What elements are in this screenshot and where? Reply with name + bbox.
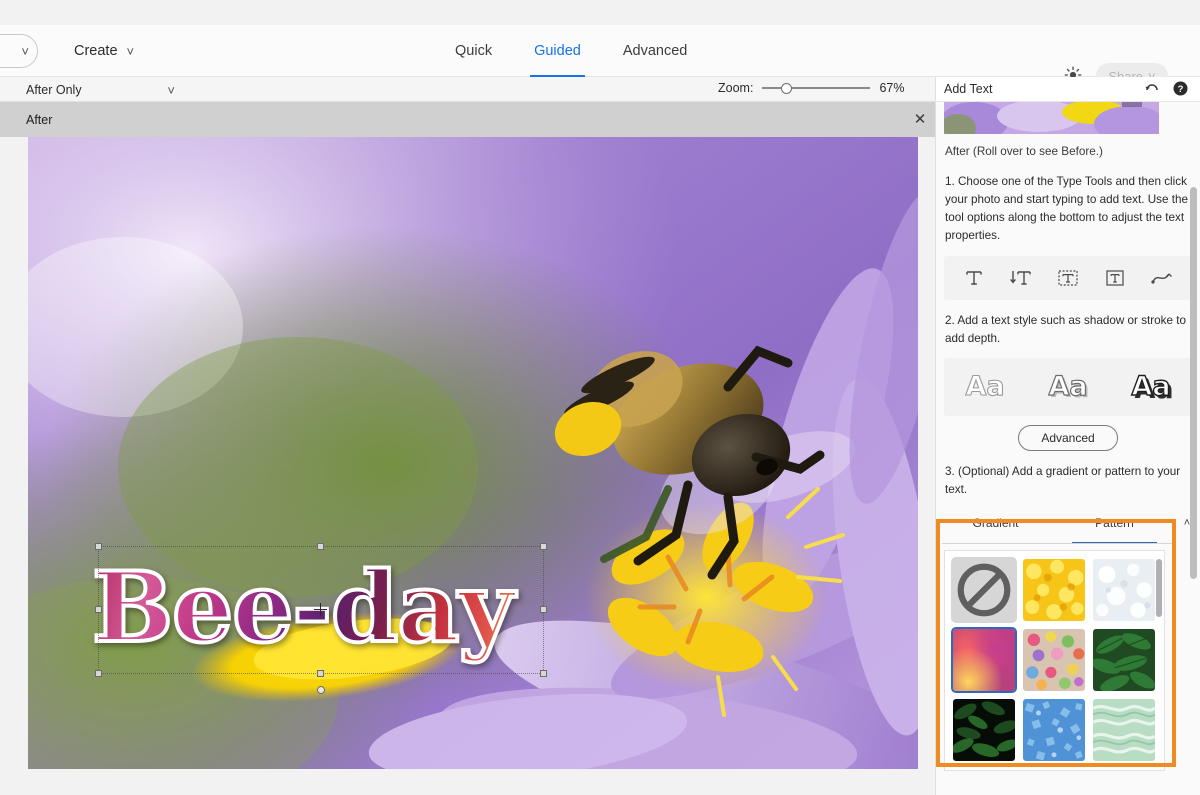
text-style-shadow[interactable]: Aa Aa: [1040, 368, 1096, 407]
home-button[interactable]: ˅: [0, 34, 38, 68]
vertical-type-tool-icon[interactable]: [1006, 263, 1036, 293]
gradient-pattern-tabs: Gradient Pattern ˄: [936, 514, 1200, 544]
pattern-yellow-flowers[interactable]: [1021, 557, 1087, 623]
panel-title: Add Text: [944, 82, 993, 96]
zoom-label: Zoom:: [718, 81, 754, 95]
undo-icon[interactable]: [1144, 80, 1160, 101]
instruction-step-1: 1. Choose one of the Type Tools and then…: [945, 174, 1188, 242]
pattern-white-bokeh[interactable]: [1091, 557, 1157, 623]
pattern-swatch-panel: [944, 550, 1165, 771]
pattern-green-water[interactable]: [1091, 697, 1157, 763]
application-window: ˅ Create ˅ Quick Guided Advanced Share ˅…: [0, 0, 1200, 795]
document-tab-label: After: [26, 112, 53, 127]
tab-gradient[interactable]: Gradient: [936, 514, 1055, 540]
instruction-step-2: 2. Add a text style such as shadow or st…: [945, 314, 1187, 346]
text-styles-row: Aa Aa Aa Aa Aa: [944, 358, 1192, 417]
thumbnail-caption: After (Roll over to see Before.): [945, 145, 1103, 158]
horizontal-type-tool-icon[interactable]: [959, 263, 989, 293]
svg-text:Aa: Aa: [1048, 371, 1087, 402]
tab-pattern[interactable]: Pattern: [1055, 514, 1174, 544]
photo-image[interactable]: [28, 137, 918, 769]
zoom-control: Zoom: 67%: [718, 81, 904, 95]
top-bar: ˅ Create ˅ Quick Guided Advanced Share ˅: [0, 25, 1200, 89]
svg-text:Aa: Aa: [966, 371, 1005, 402]
tab-advanced[interactable]: Advanced: [623, 25, 688, 77]
zoom-slider[interactable]: [762, 81, 871, 95]
instruction-step-3: 3. (Optional) Add a gradient or pattern …: [945, 465, 1181, 497]
canvas-area[interactable]: Bee-day: [0, 137, 935, 795]
preview-thumbnail[interactable]: [944, 102, 1159, 134]
tab-divider: [942, 542, 1174, 544]
vertical-type-mask-tool-icon[interactable]: [1100, 263, 1130, 293]
pattern-dark-leaves[interactable]: [951, 697, 1017, 763]
text-style-bevel[interactable]: Aa Aa: [1123, 368, 1179, 407]
zoom-slider-knob[interactable]: [781, 83, 793, 94]
text-style-outline[interactable]: Aa: [957, 368, 1013, 407]
svg-text:?: ?: [1178, 84, 1184, 95]
window-top-strip: [0, 0, 1200, 25]
create-button-label: Create: [74, 43, 118, 59]
zoom-value: 67%: [879, 81, 905, 95]
panel-scrollbar[interactable]: [1190, 187, 1197, 579]
svg-text:Aa: Aa: [1131, 371, 1170, 402]
pattern-blue-crystal[interactable]: [1021, 697, 1087, 763]
panel-header: Add Text ?: [936, 77, 1200, 102]
advanced-button[interactable]: Advanced: [1018, 425, 1118, 452]
close-icon[interactable]: ✕: [912, 112, 928, 129]
create-button[interactable]: Create ˅: [68, 38, 140, 64]
tab-guided[interactable]: Guided: [530, 25, 585, 77]
pattern-mixed-flowers[interactable]: [1021, 627, 1087, 693]
chevron-down-icon: ˅: [167, 82, 175, 98]
canvas-text-layer[interactable]: Bee-day: [90, 549, 516, 667]
pattern-none[interactable]: [951, 557, 1017, 623]
help-icon[interactable]: ?: [1173, 81, 1188, 101]
options-bar: After Only ˅ Zoom: 67%: [0, 77, 935, 102]
document-tab-bar: After ✕: [0, 102, 935, 137]
chevron-down-icon: ˅: [21, 43, 29, 59]
chevron-down-icon: ˅: [126, 43, 135, 59]
view-mode-dropdown[interactable]: After Only ˅: [8, 80, 183, 100]
text-on-path-tool-icon[interactable]: [1147, 263, 1177, 293]
tab-quick[interactable]: Quick: [455, 25, 492, 77]
view-mode-value: After Only: [26, 83, 82, 97]
advanced-button-wrap: Advanced: [936, 425, 1200, 452]
pattern-green-leaves[interactable]: [1091, 627, 1157, 693]
mode-tabs: Quick Guided Advanced: [455, 25, 687, 77]
panel-body: After (Roll over to see Before.) 1. Choo…: [936, 102, 1200, 795]
horizontal-type-mask-tool-icon[interactable]: [1053, 263, 1083, 293]
guided-edit-panel: Add Text ? After (Roll over to see Befor…: [935, 77, 1200, 795]
pattern-pink-blur[interactable]: [951, 627, 1017, 693]
pattern-swatch-grid: [951, 557, 1158, 763]
type-tools-row: [944, 256, 1192, 301]
swatch-scrollbar[interactable]: [1156, 559, 1162, 617]
document-tab[interactable]: After: [10, 102, 64, 137]
